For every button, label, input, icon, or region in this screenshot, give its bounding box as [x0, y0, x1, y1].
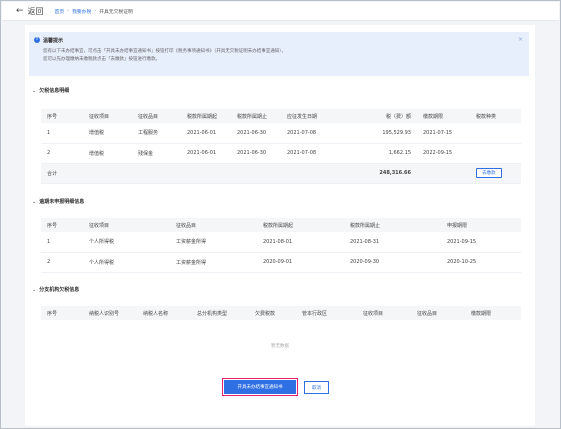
main-panel: ! 温馨提示 您有以下未办结事宜，可点击「开具未办结事宜通知书」按钮打印《税务事… — [25, 25, 535, 426]
notice-title: 温馨提示 — [43, 38, 64, 44]
cell: 2020-09-01 — [257, 252, 344, 273]
breadcrumb-tax-service[interactable]: 我要办税 — [72, 8, 91, 15]
section-branch-title[interactable]: ⌄ 分支机构欠税信息 — [32, 286, 80, 294]
cell: 1,662.15 — [348, 143, 417, 164]
cell: 工资薪金所得 — [170, 252, 257, 273]
cell: 2021-09-15 — [441, 232, 521, 253]
total-label: 合计 — [41, 163, 83, 184]
column-header: 缴款期限 — [465, 306, 521, 320]
table-row: 1 增值税 工程服务 2021-06-01 2021-06-30 2021-07… — [41, 123, 521, 144]
column-header: 征收品目 — [411, 306, 465, 320]
cell: 2020-09-30 — [344, 252, 441, 273]
column-header: 序号 — [41, 109, 83, 123]
cell: 2 — [41, 143, 83, 164]
breadcrumb-separator: › — [67, 8, 70, 14]
table-header-row: 序号 征收项目 征收品目 税款所属期起 税款所属期止 申报期限 — [41, 218, 521, 232]
section-overdue-label: 逾期未申报明细信息 — [39, 199, 85, 205]
overdue-table: 序号 征收项目 征收品目 税款所属期起 税款所属期止 申报期限 1 个人所得税 … — [41, 218, 521, 273]
chevron-down-icon: ⌄ — [32, 87, 37, 94]
cell: 2 — [41, 252, 83, 273]
arrow-left-icon: ← — [16, 6, 24, 16]
notice-line-1: 您有以下未办结事宜，可点击「开具未办结事宜通知书」按钮打印《税务事项通知书》（开… — [43, 49, 286, 54]
cancel-button[interactable]: 取消 — [304, 381, 329, 394]
back-button[interactable]: ← 返回 — [16, 6, 44, 17]
cell: 增值税 — [83, 143, 132, 164]
chevron-down-icon: ⌄ — [32, 286, 37, 293]
cell: 2021-08-01 — [257, 232, 344, 253]
branch-table: 序号 纳税人识别号 纳税人名称 总分机构类型 欠费税款 管本行政区 征收项目 征… — [41, 306, 521, 320]
breadcrumb-separator: › — [94, 8, 97, 14]
column-header: 缴款期限 — [417, 109, 470, 123]
cell — [470, 123, 521, 144]
info-icon: ! — [34, 37, 40, 43]
cell: 工资薪金所得 — [170, 232, 257, 253]
table-header-row: 序号 征收项目 征收品目 税款所属期起 税款所属期止 应征发生日期 税（费）额 … — [41, 109, 521, 123]
cell: 2020-10-25 — [441, 252, 521, 273]
column-header: 征收品目 — [132, 109, 181, 123]
notice-box: ! 温馨提示 您有以下未办结事宜，可点击「开具未办结事宜通知书」按钮打印《税务事… — [29, 32, 529, 76]
column-header: 应征发生日期 — [281, 109, 348, 123]
cell: 增值税 — [83, 123, 132, 144]
total-row: 合计 248,316.66 去缴款 — [41, 163, 521, 184]
back-label: 返回 — [27, 6, 44, 16]
column-header: 税款所属期止 — [231, 109, 281, 123]
cell: 残保金 — [132, 143, 181, 164]
column-header: 征收项目 — [357, 306, 411, 320]
cell: 1 — [41, 232, 83, 253]
cell: 2021-07-08 — [281, 143, 348, 164]
column-header: 征收项目 — [83, 218, 170, 232]
cell: 2021-06-30 — [231, 143, 281, 164]
cell: 1 — [41, 123, 83, 144]
column-header: 序号 — [41, 218, 83, 232]
column-header: 管本行政区 — [296, 306, 357, 320]
column-header: 纳税人名称 — [137, 306, 191, 320]
column-header: 征收品目 — [170, 218, 257, 232]
column-header: 税款所属期起 — [257, 218, 344, 232]
section-overdue-title[interactable]: ⌄ 逾期未申报明细信息 — [32, 198, 85, 206]
cell: 个人所得税 — [83, 232, 170, 253]
breadcrumb-home[interactable]: 首页 — [55, 8, 65, 15]
table-row: 2 增值税 残保金 2021-06-01 2021-06-30 2021-07-… — [41, 143, 521, 164]
column-header: 税款种类 — [470, 109, 521, 123]
cell: 2022-09-15 — [417, 143, 470, 164]
cell: 工程服务 — [132, 123, 181, 144]
table-header-row: 序号 纳税人识别号 纳税人名称 总分机构类型 欠费税款 管本行政区 征收项目 征… — [41, 306, 521, 320]
cell: 195,529.93 — [348, 123, 417, 144]
cell: 2021-06-01 — [181, 123, 231, 144]
empty-state-text: 暂无数据 — [271, 344, 289, 349]
cell: 2021-07-15 — [417, 123, 470, 144]
chevron-down-icon: ⌄ — [32, 198, 37, 205]
column-header: 税款所属期起 — [181, 109, 231, 123]
cell: 个人所得税 — [83, 252, 170, 273]
top-bar: ← 返回 首页 › 我要办税 › 开具无欠税证明 — [2, 2, 559, 21]
column-header: 总分机构类型 — [191, 306, 249, 320]
column-header: 纳税人识别号 — [83, 306, 137, 320]
cell — [470, 143, 521, 164]
column-header: 征收项目 — [83, 109, 132, 123]
cell: 2021-06-01 — [181, 143, 231, 164]
pay-button[interactable]: 去缴款 — [476, 168, 502, 178]
unpaid-table: 序号 征收项目 征收品目 税款所属期起 税款所属期止 应征发生日期 税（费）额 … — [41, 109, 521, 184]
breadcrumb-current: 开具无欠税证明 — [99, 9, 133, 15]
breadcrumb: 首页 › 我要办税 › 开具无欠税证明 — [55, 8, 133, 15]
column-header: 税款所属期止 — [344, 218, 441, 232]
section-unpaid-label: 欠税信息明细 — [39, 88, 70, 94]
column-header: 税（费）额 — [348, 109, 417, 123]
section-unpaid-title[interactable]: ⌄ 欠税信息明细 — [32, 87, 70, 95]
cell: 2021-06-30 — [231, 123, 281, 144]
notice-line-2: 您可以先办理缴纳未缴税款点击「去缴款」按钮进行缴款。 — [43, 57, 160, 62]
issue-notice-button[interactable]: 开具未办结事宜通知书 — [222, 378, 298, 396]
table-row: 1 个人所得税 工资薪金所得 2021-08-01 2021-08-31 202… — [41, 232, 521, 253]
table-row: 2 个人所得税 工资薪金所得 2020-09-01 2020-09-30 202… — [41, 252, 521, 273]
close-icon[interactable]: × — [518, 36, 523, 43]
window-frame: ← 返回 首页 › 我要办税 › 开具无欠税证明 ! 温馨提示 您有以下未办结事… — [0, 0, 561, 429]
section-branch-label: 分支机构欠税信息 — [39, 287, 80, 293]
column-header: 序号 — [41, 306, 83, 320]
column-header: 欠费税款 — [249, 306, 296, 320]
column-header: 申报期限 — [441, 218, 521, 232]
cell: 2021-08-31 — [344, 232, 441, 253]
cell: 2021-07-08 — [281, 123, 348, 144]
total-value: 248,316.66 — [348, 163, 417, 184]
